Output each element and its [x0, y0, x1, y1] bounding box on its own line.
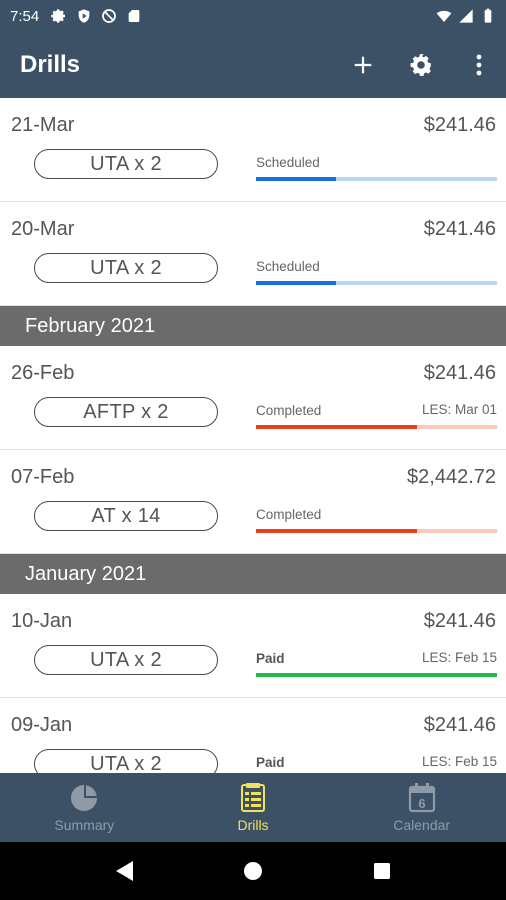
recents-button[interactable] [370, 859, 394, 883]
sd-card-icon [128, 10, 140, 22]
pie-chart-icon [71, 785, 98, 811]
drill-amount: $2,442.72 [407, 466, 496, 488]
drill-type-chip: UTA x 2 [34, 645, 218, 675]
drill-list-item[interactable]: 21-Mar $241.46 UTA x 2 Scheduled [0, 98, 506, 202]
drill-status: Completed [256, 506, 497, 533]
drill-date: 09-Jan [11, 714, 73, 736]
les-date: LES: Mar 01 [421, 402, 497, 417]
nav-calendar[interactable]: 6 Calendar [337, 773, 506, 842]
blocked-circle-icon [102, 9, 117, 23]
drill-amount: $241.46 [423, 714, 496, 736]
drill-progress-bar [256, 673, 497, 677]
drill-type-chip: AFTP x 2 [34, 397, 218, 427]
bottom-navigation: Summary Drills 6 Calendar [0, 773, 506, 842]
nav-summary[interactable]: Summary [0, 773, 169, 842]
add-drill-button[interactable] [350, 52, 376, 78]
drill-progress-bar [256, 177, 497, 181]
drill-list-item[interactable]: 20-Mar $241.46 UTA x 2 Scheduled [0, 202, 506, 306]
drill-status: Completed LES: Mar 01 [256, 402, 497, 429]
drill-progress-bar [256, 529, 497, 533]
gear-icon [410, 54, 431, 76]
drill-date: 26-Feb [11, 362, 75, 384]
drill-status-label: Completed [256, 403, 322, 418]
drill-status: Scheduled [256, 258, 497, 285]
month-section-header: January 2021 [0, 554, 506, 594]
drill-amount: $241.46 [423, 114, 496, 136]
recents-square-icon [373, 863, 390, 879]
drill-progress-bar [256, 281, 497, 285]
month-section-header: February 2021 [0, 306, 506, 346]
drill-status-label: Paid [256, 755, 285, 770]
drill-status-label: Scheduled [256, 259, 320, 274]
drill-status-label: Scheduled [256, 155, 320, 170]
app-title: Drills [20, 51, 81, 78]
drills-list-icon [241, 783, 265, 812]
drill-list-item[interactable]: 07-Feb $2,442.72 AT x 14 Completed [0, 450, 506, 554]
app-bar: Drills [0, 32, 506, 98]
les-date: LES: Feb 15 [421, 754, 497, 769]
drill-type-chip: UTA x 2 [34, 149, 218, 179]
nav-summary-label: Summary [54, 817, 115, 833]
drill-amount: $241.46 [423, 610, 496, 632]
drill-type-chip: UTA x 2 [34, 253, 218, 283]
drill-list-item[interactable]: 10-Jan $241.46 UTA x 2 Paid LES: Feb 15 [0, 594, 506, 698]
plus-icon [354, 56, 372, 74]
more-vert-icon [476, 54, 482, 76]
nav-drills[interactable]: Drills [169, 773, 338, 842]
drill-status-label: Completed [256, 507, 322, 522]
drill-date: 20-Mar [11, 218, 75, 240]
wifi-icon [436, 10, 452, 22]
shield-play-icon [78, 9, 90, 23]
drill-type-chip: UTA x 2 [34, 749, 218, 773]
home-button[interactable] [241, 859, 265, 883]
drill-list[interactable]: 21-Mar $241.46 UTA x 2 Scheduled 20-Mar $241.… [0, 98, 506, 773]
back-button[interactable] [112, 859, 136, 883]
drill-amount: $241.46 [423, 218, 496, 240]
overflow-menu-button[interactable] [466, 52, 492, 78]
signal-icon [459, 9, 473, 23]
drill-list-item[interactable]: 26-Feb $241.46 AFTP x 2 Completed LES: Mar 0… [0, 346, 506, 450]
nav-drills-label: Drills [237, 817, 269, 833]
status-time: 7:54 [10, 7, 40, 25]
drill-date: 21-Mar [11, 114, 75, 136]
calendar-icon: 6 [408, 783, 435, 813]
drill-status: Paid LES: Feb 15 [256, 754, 497, 772]
home-circle-icon [243, 862, 262, 880]
drill-status-label: Paid [256, 651, 285, 666]
drill-date: 10-Jan [11, 610, 73, 632]
drill-amount: $241.46 [423, 362, 496, 384]
battery-icon [484, 8, 492, 23]
status-bar: 7:54 [0, 0, 506, 32]
les-date: LES: Feb 15 [421, 650, 497, 665]
drill-status: Paid LES: Feb 15 [256, 650, 497, 677]
drill-date: 07-Feb [11, 466, 75, 488]
system-navigation-bar [0, 842, 506, 900]
drill-list-item[interactable]: 09-Jan $241.46 UTA x 2 Paid LES: Feb 15 [0, 698, 506, 773]
settings-notification-icon [51, 9, 66, 23]
drill-status: Scheduled [256, 154, 497, 181]
nav-calendar-label: Calendar [393, 817, 451, 833]
drill-progress-bar [256, 425, 497, 429]
drill-type-chip: AT x 14 [34, 501, 218, 531]
back-triangle-icon [116, 861, 134, 881]
settings-button[interactable] [408, 52, 434, 78]
calendar-day-number: 6 [418, 796, 425, 811]
